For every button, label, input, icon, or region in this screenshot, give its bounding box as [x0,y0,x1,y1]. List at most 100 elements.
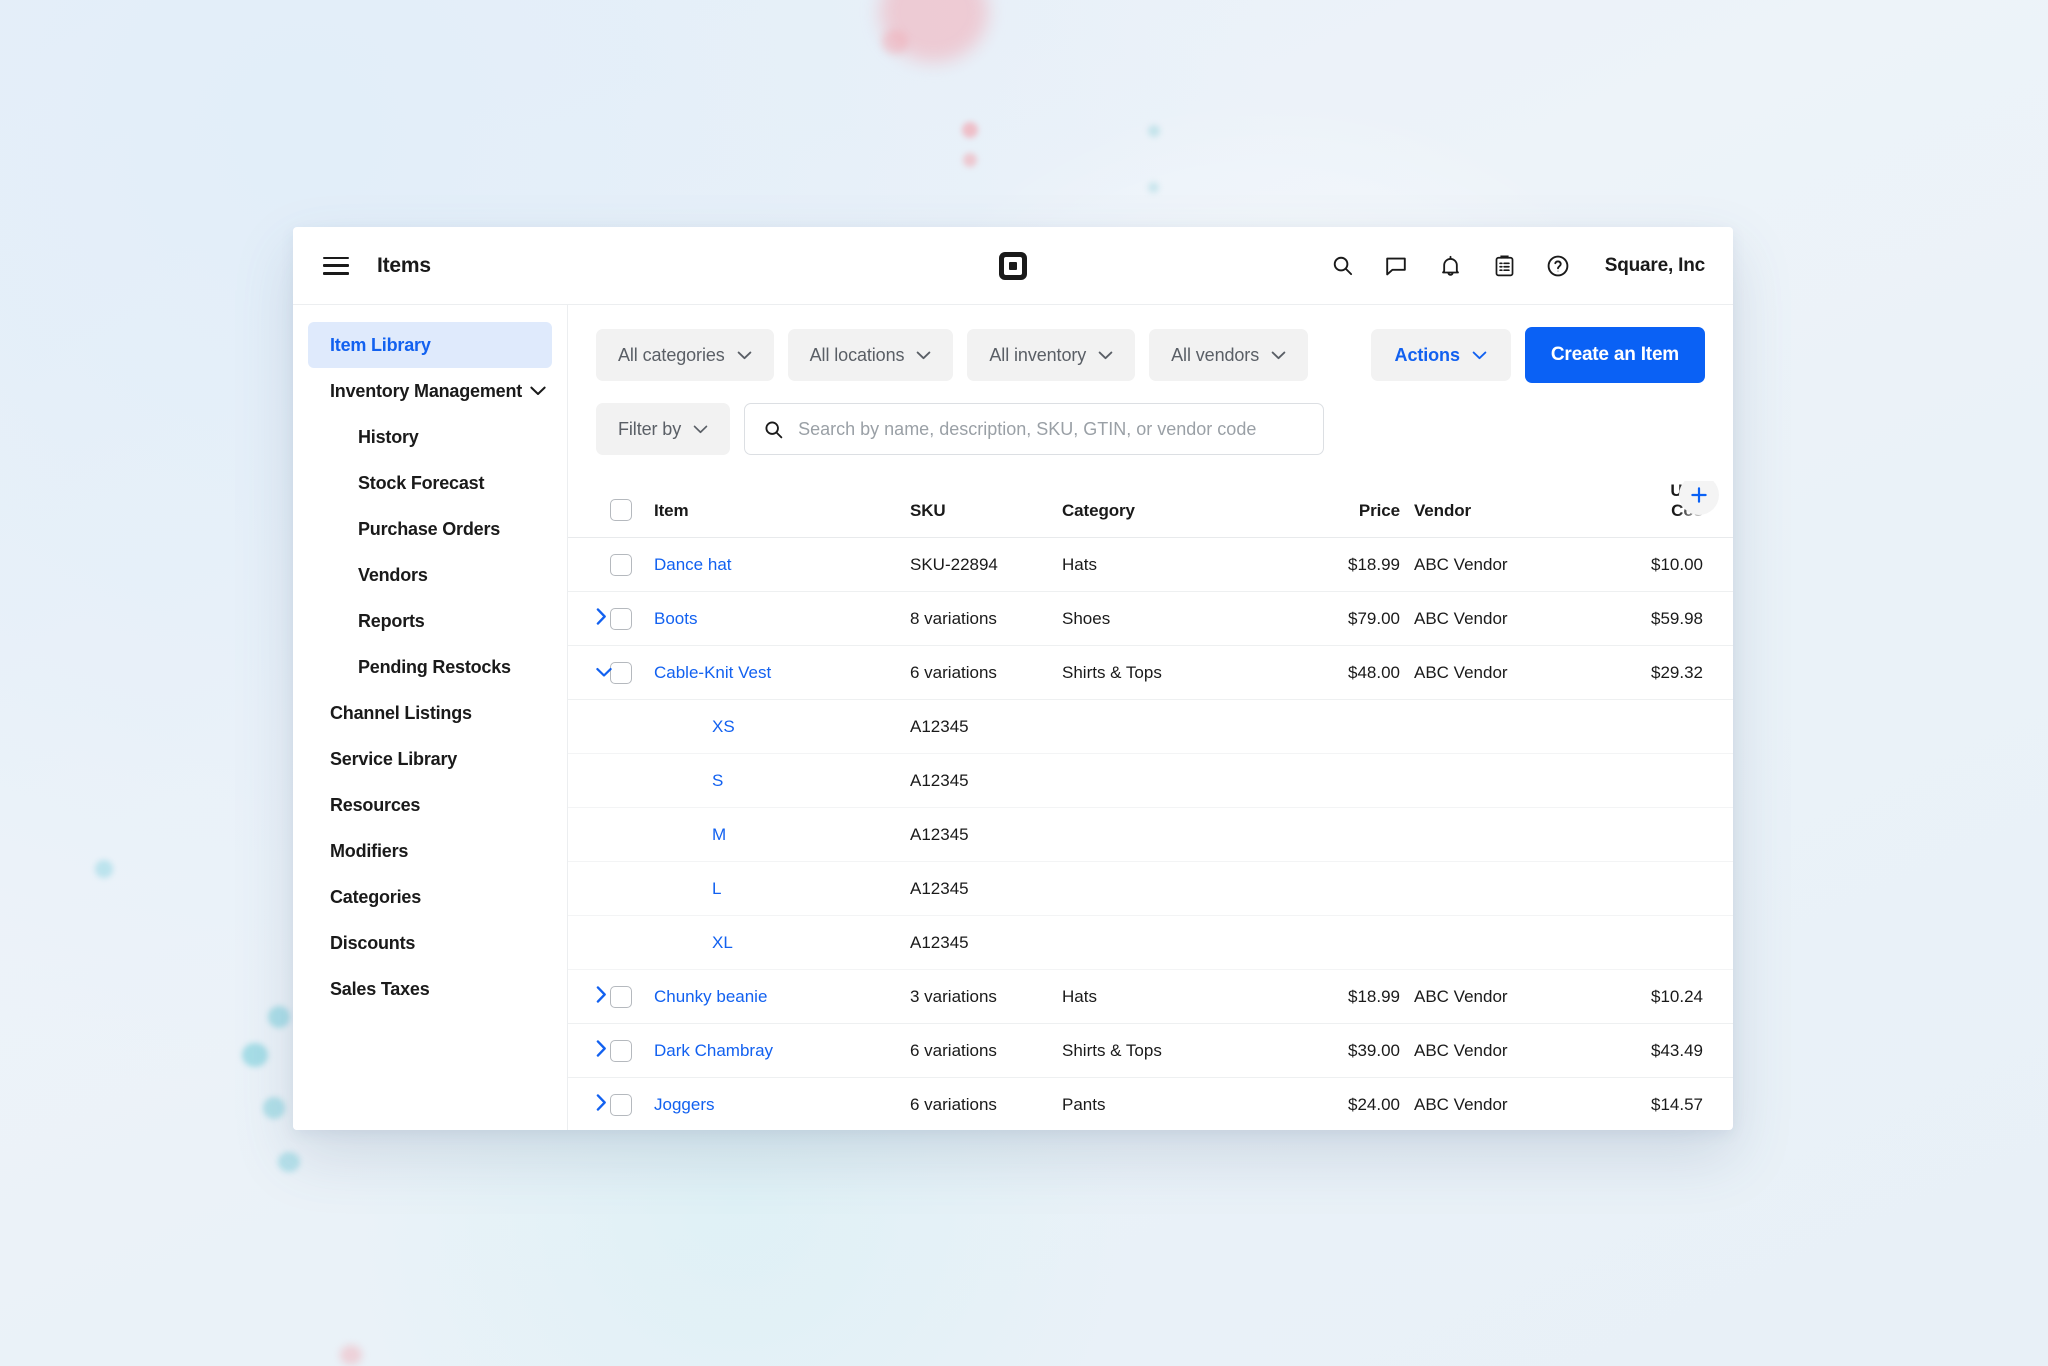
item-name-link[interactable]: Joggers [654,1095,714,1114]
variation-sku-cell: A12345 [910,807,1062,862]
sidebar-item-categories[interactable]: Categories [308,874,552,920]
sidebar-item-channel-listings[interactable]: Channel Listings [308,690,552,736]
table-row-variation[interactable]: M A12345 [568,807,1733,862]
item-name-link[interactable]: Dance hat [654,555,732,574]
table-row[interactable]: Joggers 6 variations Pants $24.00 ABC Vendor… [568,1077,1733,1130]
table-header-row: Item SKU Category Price Vendor Unit Cos [568,481,1733,538]
table-row[interactable]: Dance hat SKU-22894 Hats $18.99 ABC Vendor $1… [568,537,1733,592]
variation-name-link[interactable]: XS [654,717,735,736]
row-expand-button[interactable] [596,1093,607,1111]
row-expand-button[interactable] [596,1039,607,1057]
table-row[interactable]: Cable-Knit Vest 6 variations Shirts & Tops… [568,645,1733,700]
row-item-cell: Cable-Knit Vest [654,645,910,700]
hamburger-menu-icon[interactable] [323,256,349,275]
sidebar-item-vendors[interactable]: Vendors [308,552,552,598]
filter-by-button[interactable]: Filter by [596,403,731,455]
variation-price-cell [1312,861,1400,916]
variation-expand-spacer [568,753,610,808]
header-item[interactable]: Item [654,481,910,538]
sidebar-item-stock-forecast[interactable]: Stock Forecast [308,460,552,506]
sidebar-item-sales-taxes[interactable]: Sales Taxes [308,966,552,1012]
messages-icon[interactable] [1383,252,1410,279]
background-blob-teal-d [278,1152,300,1172]
account-name[interactable]: Square, Inc [1605,255,1705,277]
item-name-link[interactable]: Chunky beanie [654,987,767,1006]
filter-label: All categories [618,344,725,365]
header-vendor[interactable]: Vendor [1400,481,1640,538]
sidebar-item-resources[interactable]: Resources [308,782,552,828]
filter-all-categories-dropdown[interactable]: All categories [596,329,774,381]
table-row-variation[interactable]: XL A12345 [568,915,1733,970]
clipboard-icon[interactable] [1491,252,1518,279]
sidebar-item-label: Pending Restocks [358,656,511,677]
item-name-link[interactable]: Cable-Knit Vest [654,663,771,682]
row-checkbox[interactable] [610,661,632,684]
sidebar-item-service-library[interactable]: Service Library [308,736,552,782]
table-row[interactable]: Chunky beanie 3 variations Hats $18.99 ABC V… [568,969,1733,1024]
chevron-right-icon [596,607,606,625]
filter-all-locations-dropdown[interactable]: All locations [787,329,954,381]
filter-all-vendors-dropdown[interactable]: All vendors [1149,329,1309,381]
sidebar-item-modifiers[interactable]: Modifiers [308,828,552,874]
variation-vendor-cell [1400,861,1640,916]
variation-check-spacer [610,861,654,916]
sidebar-item-pending-restocks[interactable]: Pending Restocks [308,644,552,690]
row-item-cell: Chunky beanie [654,969,910,1024]
sidebar-item-item-library[interactable]: Item Library [308,322,552,368]
variation-name-link[interactable]: L [654,879,721,898]
row-sku-cell: 3 variations [910,969,1062,1024]
row-expand-button[interactable] [596,607,607,625]
sidebar-item-purchase-orders[interactable]: Purchase Orders [308,506,552,552]
table-row-variation[interactable]: L A12345 [568,861,1733,916]
header-price[interactable]: Price [1312,481,1400,538]
row-category-cell: Shirts & Tops [1062,1023,1312,1078]
sidebar-item-label: Reports [358,610,425,631]
row-checkbox[interactable] [610,553,632,576]
actions-button[interactable]: Actions [1370,329,1511,381]
sidebar-item-discounts[interactable]: Discounts [308,920,552,966]
sidebar-item-history[interactable]: History [308,414,552,460]
item-name-link[interactable]: Dark Chambray [654,1041,773,1060]
variation-price-cell [1312,699,1400,754]
header-category[interactable]: Category [1062,481,1312,538]
search-input-wrapper[interactable] [744,403,1325,455]
variation-name-link[interactable]: XL [654,933,733,952]
select-all-checkbox[interactable] [610,499,632,521]
table-row[interactable]: Dark Chambray 6 variations Shirts & Tops $3… [568,1023,1733,1078]
sidebar-item-label: Channel Listings [330,702,472,723]
row-checkbox[interactable] [610,607,632,630]
sidebar-item-label: Discounts [330,932,416,953]
row-checkbox[interactable] [610,1093,632,1116]
sidebar-item-reports[interactable]: Reports [308,598,552,644]
filter-all-inventory-dropdown[interactable]: All inventory [967,329,1136,381]
item-name-link[interactable]: Boots [654,609,697,628]
notifications-bell-icon[interactable] [1437,252,1464,279]
row-select-cell [610,1023,654,1078]
header-sku[interactable]: SKU [910,481,1062,538]
help-icon[interactable] [1545,252,1572,279]
table-row-variation[interactable]: S A12345 [568,753,1733,808]
row-checkbox[interactable] [610,1039,632,1062]
row-sku-cell: 6 variations [910,645,1062,700]
variation-vendor-cell [1400,753,1640,808]
table-row-variation[interactable]: XS A12345 [568,699,1733,754]
row-expand-cell [568,969,610,1024]
row-expand-button[interactable] [596,985,607,1003]
table-row[interactable]: Boots 8 variations Shoes $79.00 ABC Vendor $5… [568,591,1733,646]
row-checkbox[interactable] [610,985,632,1008]
sidebar-item-inventory-management[interactable]: Inventory Management [308,368,552,414]
header-expand-spacer [568,481,610,538]
search-input[interactable] [798,418,1306,440]
app-body: Item Library Inventory Management History S… [293,305,1733,1130]
row-price-cell: $39.00 [1312,1023,1400,1078]
row-sku-cell: SKU-22894 [910,537,1062,592]
search-icon[interactable] [1329,252,1356,279]
variation-name-link[interactable]: M [654,825,726,844]
items-table-container: Item SKU Category Price Vendor Unit Cos … [568,481,1733,1130]
create-an-item-button[interactable]: Create an Item [1524,327,1705,383]
page-title: Items [377,253,431,277]
variation-name-link[interactable]: S [654,771,723,790]
row-collapse-button[interactable] [596,667,612,678]
variation-check-spacer [610,699,654,754]
variation-vendor-cell [1400,915,1640,970]
